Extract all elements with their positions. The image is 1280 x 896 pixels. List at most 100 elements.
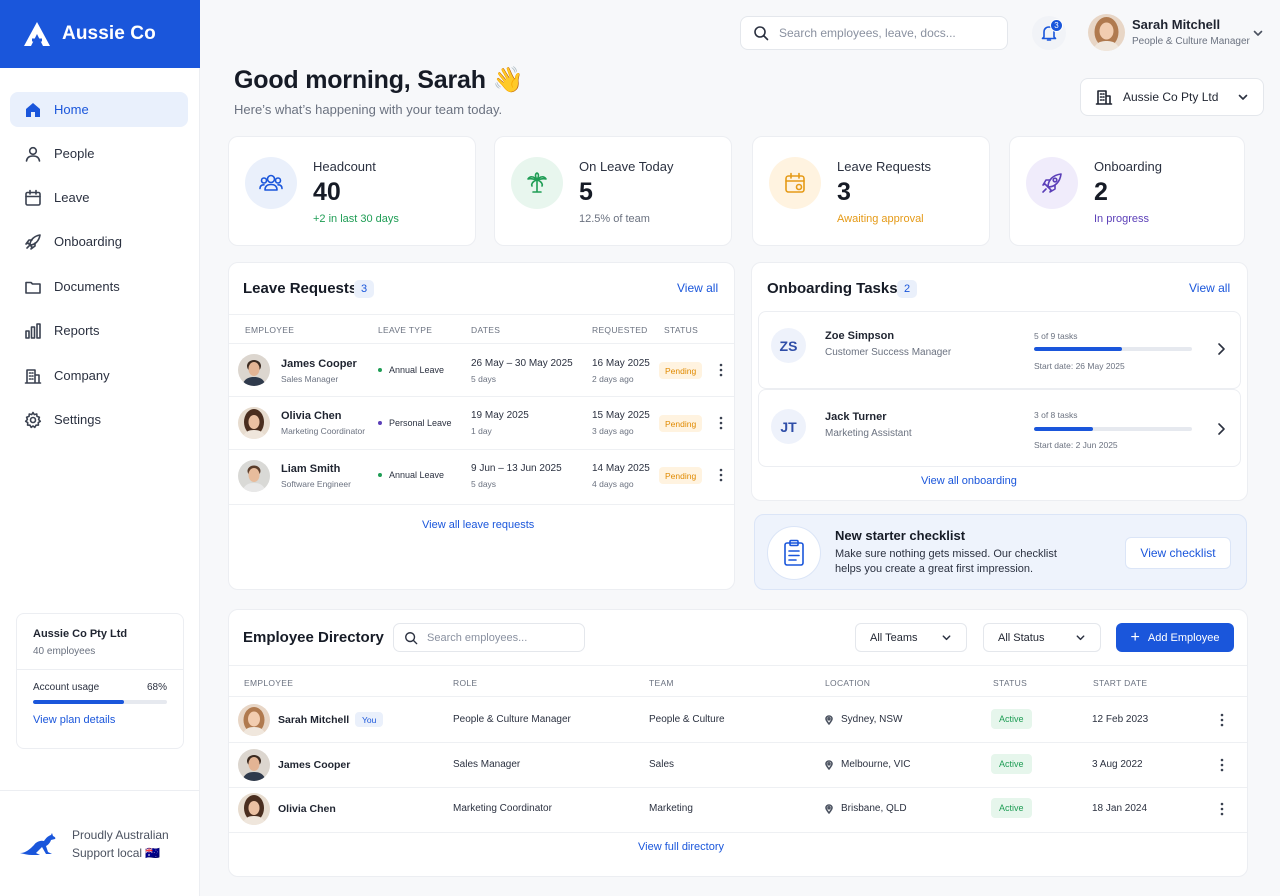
status-badge-pending: Pending xyxy=(659,415,703,432)
column-header-team: TEAM xyxy=(649,678,674,688)
start-date: 3 Aug 2022 xyxy=(1092,759,1143,770)
employee-location: Melbourne, VIC xyxy=(824,759,910,770)
divider xyxy=(229,314,734,315)
view-all-onboarding-link[interactable]: View all onboarding xyxy=(921,475,1017,487)
usage-progress-fill xyxy=(33,700,125,704)
stat-card-headcount[interactable]: Headcount 40 +2 in last 30 days xyxy=(228,136,476,246)
employee-name[interactable]: Olivia Chen xyxy=(281,410,342,422)
leave-view-all-link[interactable]: View all xyxy=(677,281,718,295)
divider xyxy=(229,742,1247,743)
global-search-placeholder: Search employees, leave, docs... xyxy=(779,26,956,40)
location-label: Brisbane, QLD xyxy=(841,803,907,814)
nav-label-people: People xyxy=(54,146,95,161)
more-options-icon[interactable] xyxy=(1218,758,1226,772)
rocket-icon xyxy=(1042,173,1062,193)
chevron-down-icon xyxy=(1076,635,1085,641)
more-options-icon[interactable] xyxy=(717,363,725,377)
more-options-icon[interactable] xyxy=(1218,802,1226,816)
stat-card-leave-requests[interactable]: Leave Requests 3 Awaiting approval xyxy=(752,136,990,246)
global-search-input[interactable]: Search employees, leave, docs... xyxy=(740,16,1008,50)
requested-ago: 2 days ago xyxy=(592,374,634,384)
user-avatar[interactable] xyxy=(1088,14,1125,51)
requested-ago: 4 days ago xyxy=(592,479,634,489)
nav-item-home[interactable]: Home xyxy=(10,92,188,127)
plus-icon: + xyxy=(1130,628,1140,646)
nav-label-leave: Leave xyxy=(54,190,90,205)
directory-search-placeholder: Search employees... xyxy=(427,631,528,644)
leave-type-label: Annual Leave xyxy=(389,365,445,375)
avatar[interactable] xyxy=(238,460,270,492)
avatar[interactable] xyxy=(238,704,270,736)
nav-item-settings[interactable]: Settings xyxy=(10,402,188,437)
leave-type-label: Annual Leave xyxy=(389,470,445,480)
company-select[interactable]: Aussie Co Pty Ltd xyxy=(1080,78,1264,116)
gear-icon xyxy=(24,411,42,428)
building-icon xyxy=(24,368,42,384)
chevron-down-icon[interactable] xyxy=(1252,27,1264,39)
brand-header[interactable]: Aussie Co xyxy=(0,0,200,68)
onboarding-card[interactable]: JT Jack Turner Marketing Assistant 3 of … xyxy=(758,389,1241,467)
user-name[interactable]: Sarah Mitchell xyxy=(1132,17,1220,32)
onboarding-view-all-link[interactable]: View all xyxy=(1189,281,1230,295)
stat-value: 5 xyxy=(579,178,593,206)
stat-value: 3 xyxy=(837,178,851,206)
view-checklist-button[interactable]: View checklist xyxy=(1125,537,1231,569)
initials-avatar: ZS xyxy=(771,328,806,363)
view-all-leave-requests-link[interactable]: View all leave requests xyxy=(422,519,534,531)
start-date: 12 Feb 2023 xyxy=(1092,714,1149,725)
employee-name[interactable]: Liam Smith xyxy=(281,463,340,475)
divider xyxy=(229,787,1247,788)
chevron-right-icon[interactable] xyxy=(1214,342,1228,356)
employee-name[interactable]: Sarah Mitchell xyxy=(278,714,349,726)
onboarding-card[interactable]: ZS Zoe Simpson Customer Success Manager … xyxy=(758,311,1241,389)
employee-name[interactable]: James Cooper xyxy=(281,358,357,370)
avatar[interactable] xyxy=(238,749,270,781)
nav-item-people[interactable]: People xyxy=(10,136,188,171)
requested-date: 16 May 2025 xyxy=(592,358,650,369)
nav-label-company: Company xyxy=(54,368,110,383)
calendar-icon xyxy=(25,189,41,206)
palm-tree-icon xyxy=(527,172,547,193)
status-badge-pending: Pending xyxy=(659,467,703,484)
employee-name[interactable]: Olivia Chen xyxy=(278,803,336,815)
you-badge: You xyxy=(355,712,384,727)
chevron-right-icon[interactable] xyxy=(1214,422,1228,436)
nav-item-onboarding[interactable]: Onboarding xyxy=(10,224,188,259)
stat-icon-circle xyxy=(245,157,297,209)
nav-item-reports[interactable]: Reports xyxy=(10,313,188,348)
employee-location: Brisbane, QLD xyxy=(824,803,907,814)
employee-name[interactable]: James Cooper xyxy=(278,759,350,771)
divider xyxy=(229,504,734,505)
team-filter-dropdown[interactable]: All Teams xyxy=(855,623,967,652)
add-employee-button[interactable]: + Add Employee xyxy=(1116,623,1234,652)
kangaroo-icon xyxy=(20,832,56,855)
more-options-icon[interactable] xyxy=(717,468,725,482)
avatar[interactable] xyxy=(238,793,270,825)
divider xyxy=(229,665,1247,666)
stat-label: Headcount xyxy=(313,159,376,174)
avatar[interactable] xyxy=(238,407,270,439)
leave-dates: 19 May 2025 xyxy=(471,410,529,421)
column-header-status: STATUS xyxy=(993,678,1028,688)
directory-search-input[interactable]: Search employees... xyxy=(393,623,585,652)
nav-item-leave[interactable]: Leave xyxy=(10,180,188,215)
more-options-icon[interactable] xyxy=(717,416,725,430)
nav-item-documents[interactable]: Documents xyxy=(10,269,188,304)
stat-card-on-leave[interactable]: On Leave Today 5 12.5% of team xyxy=(494,136,732,246)
employee-team: Sales xyxy=(649,759,675,770)
new-starter-name: Zoe Simpson xyxy=(825,330,895,342)
people-icon xyxy=(259,174,283,191)
folder-icon xyxy=(25,281,41,294)
view-full-directory-link[interactable]: View full directory xyxy=(638,841,724,853)
sidebar: Aussie Co Home People Leave Onboarding D… xyxy=(0,0,200,896)
nav-item-company[interactable]: Company xyxy=(10,358,188,393)
view-plan-link[interactable]: View plan details xyxy=(33,714,167,726)
status-filter-dropdown[interactable]: All Status xyxy=(983,623,1101,652)
page-subtitle: Here’s what’s happening with your team t… xyxy=(234,102,503,117)
calendar-pending-icon xyxy=(785,172,805,193)
home-icon xyxy=(26,102,40,117)
nav-label-onboarding: Onboarding xyxy=(54,234,122,249)
more-options-icon[interactable] xyxy=(1218,713,1226,727)
stat-card-onboarding[interactable]: Onboarding 2 In progress xyxy=(1009,136,1245,246)
avatar[interactable] xyxy=(238,354,270,386)
